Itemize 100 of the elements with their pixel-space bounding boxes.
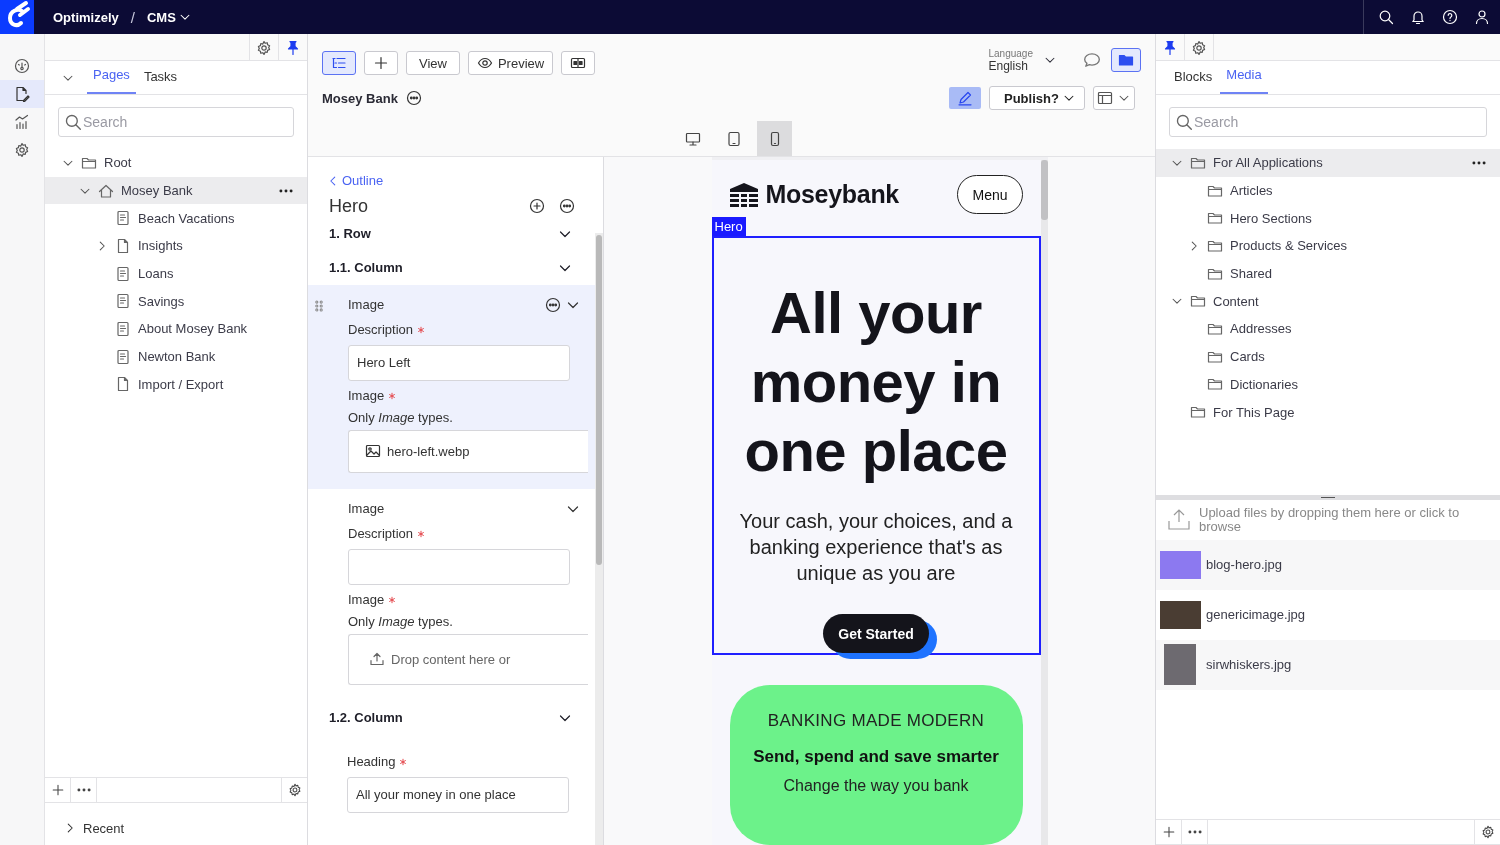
hero-subtitle: Your cash, your choices, and a banking experience that's as unique as you are bbox=[738, 509, 1014, 586]
search-field[interactable]: Search bbox=[58, 107, 294, 137]
help-icon bbox=[1442, 9, 1458, 25]
block-card[interactable]: Image Description Hero Left Image Only Image types. hero-left.webp bbox=[308, 284, 595, 489]
bell-icon bbox=[1410, 9, 1426, 25]
user-icon bbox=[1474, 9, 1490, 25]
field-label: Description bbox=[348, 320, 581, 339]
desktop-icon bbox=[684, 130, 701, 147]
tree-item[interactable]: Mosey Bank bbox=[45, 176, 307, 205]
text-field[interactable]: All your money in one place bbox=[347, 776, 569, 813]
assets-toggle[interactable] bbox=[1111, 48, 1141, 72]
card-eyebrow: BANKING MADE MODERN bbox=[767, 711, 985, 731]
preview-button[interactable]: Preview bbox=[467, 51, 554, 75]
brand-name: Moseybank bbox=[765, 180, 899, 209]
folder-icon bbox=[1190, 293, 1206, 310]
text-field[interactable] bbox=[348, 548, 570, 585]
language-label: Language bbox=[988, 47, 1033, 59]
folder-icon bbox=[1190, 404, 1206, 421]
field-label: Heading bbox=[347, 752, 581, 771]
tree-item[interactable]: Dictionaries bbox=[1156, 370, 1500, 399]
tree-item[interactable]: Cards bbox=[1156, 342, 1500, 371]
photo-placeholder bbox=[1160, 550, 1201, 579]
drop-zone[interactable]: Drop content here or bbox=[348, 633, 588, 685]
text-field[interactable]: Hero Left bbox=[348, 344, 570, 381]
scrollbar[interactable] bbox=[595, 233, 603, 845]
pin-icon bbox=[285, 39, 301, 56]
media-item[interactable]: blog-hero.jpg bbox=[1156, 539, 1500, 590]
hero-section[interactable]: All your money in one place Your cash, your choices, and a banking experience that's as unique as you are Get Started bbox=[711, 236, 1041, 655]
menu-button[interactable]: Menu bbox=[957, 175, 1023, 214]
tab[interactable]: Blocks bbox=[1168, 69, 1219, 94]
page-title: Mosey Bank bbox=[322, 90, 398, 106]
page-options-button[interactable] bbox=[405, 90, 422, 106]
block-heading: Hero bbox=[329, 195, 369, 217]
tab[interactable]: Pages bbox=[87, 67, 136, 94]
search-icon bbox=[1378, 9, 1394, 25]
more-icon bbox=[405, 90, 422, 106]
tree-item[interactable]: Products & Services bbox=[1156, 232, 1500, 260]
section-header[interactable]: 1.1. Column bbox=[308, 250, 595, 285]
more-button[interactable] bbox=[559, 198, 575, 214]
tree-item[interactable]: Insights bbox=[45, 232, 307, 260]
back-link[interactable]: Outline bbox=[326, 173, 384, 188]
recent-toggle[interactable]: Recent bbox=[45, 811, 307, 845]
chart-icon bbox=[14, 114, 30, 130]
media-item[interactable]: sirwhiskers.jpg bbox=[1156, 639, 1500, 690]
upload-icon bbox=[369, 651, 385, 667]
plus-icon bbox=[373, 55, 389, 71]
upload-area[interactable]: Upload files by dropping them here or click to browse bbox=[1156, 499, 1500, 540]
tree-item[interactable]: Shared bbox=[1156, 259, 1500, 288]
compare-button[interactable] bbox=[561, 51, 596, 75]
content-field[interactable]: hero-left.webp bbox=[348, 429, 588, 473]
tab[interactable]: Media bbox=[1220, 67, 1268, 94]
search-icon bbox=[1175, 113, 1193, 131]
tree-item[interactable]: Beach Vacations bbox=[45, 204, 307, 233]
document-icon bbox=[115, 293, 131, 310]
hero-headline: All your money in one place bbox=[743, 279, 1009, 485]
eye-icon bbox=[476, 55, 493, 71]
tree-item[interactable]: Root bbox=[45, 149, 307, 177]
bank-logo-icon bbox=[727, 180, 760, 209]
product-name: Optimizely bbox=[53, 9, 119, 25]
field-label: Image bbox=[348, 590, 581, 609]
more-icon bbox=[545, 296, 561, 313]
section-header[interactable]: 1. Row bbox=[308, 216, 595, 251]
tree-item[interactable]: Addresses bbox=[1156, 315, 1500, 343]
plus-icon bbox=[50, 783, 65, 797]
outline-toggle[interactable] bbox=[322, 51, 356, 75]
publish-button[interactable]: Publish? bbox=[989, 86, 1085, 110]
section-header[interactable]: 1.2. Column bbox=[308, 700, 595, 735]
scrollbar[interactable] bbox=[1040, 160, 1048, 845]
tree-item[interactable]: Hero Sections bbox=[1156, 204, 1500, 233]
tree-item[interactable]: Newton Bank bbox=[45, 342, 307, 371]
tree-item[interactable]: Loans bbox=[45, 259, 307, 288]
layout-button[interactable] bbox=[1093, 86, 1135, 110]
tablet-icon bbox=[725, 130, 742, 147]
nav-item[interactable] bbox=[0, 80, 44, 108]
edit-toggle[interactable] bbox=[949, 87, 981, 109]
language-dropdown[interactable]: English bbox=[988, 58, 1033, 73]
logo-icon[interactable] bbox=[0, 0, 34, 34]
tree-item[interactable]: Savings bbox=[45, 287, 307, 316]
drag-handle-icon bbox=[312, 298, 326, 313]
tree-item[interactable]: Content bbox=[1156, 287, 1500, 316]
tree-item[interactable]: For All Applications bbox=[1156, 149, 1500, 177]
tab[interactable]: Tasks bbox=[137, 69, 184, 94]
list-icon bbox=[331, 55, 347, 71]
app-switcher[interactable]: CMS bbox=[146, 9, 192, 25]
view-button[interactable]: View bbox=[406, 51, 460, 75]
tree-item[interactable]: About Mosey Bank bbox=[45, 315, 307, 343]
document-icon bbox=[115, 348, 131, 365]
tree-item[interactable]: Import / Export bbox=[45, 370, 307, 399]
speech-bubble-icon bbox=[1083, 51, 1101, 69]
folder-icon bbox=[1118, 52, 1134, 68]
device-button[interactable] bbox=[757, 121, 792, 156]
help-button[interactable] bbox=[1440, 7, 1460, 27]
tree-item[interactable]: Articles bbox=[1156, 176, 1500, 205]
add-button[interactable] bbox=[529, 198, 545, 214]
layout-icon bbox=[1097, 90, 1113, 106]
block-card[interactable]: Image Description Image Only Image types. Drop content here or bbox=[308, 488, 595, 701]
tree-item[interactable]: For This Page bbox=[1156, 398, 1500, 426]
search-field[interactable]: Search bbox=[1169, 107, 1487, 137]
card-text: Change the way you bank bbox=[783, 777, 969, 795]
upload-icon bbox=[1167, 507, 1191, 532]
